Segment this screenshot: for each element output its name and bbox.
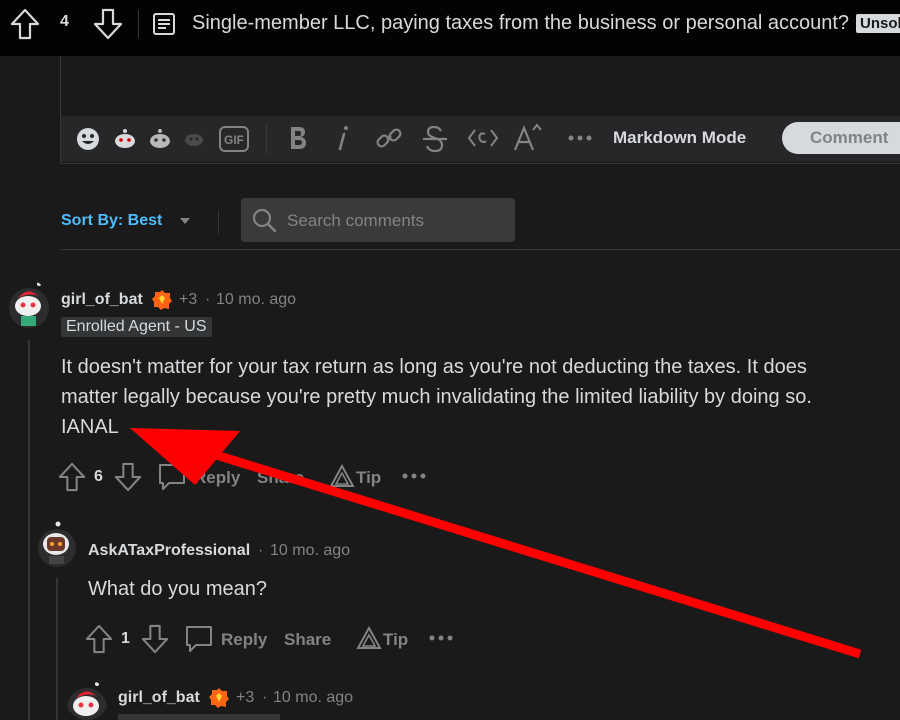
avatar[interactable] <box>36 520 78 570</box>
avatar[interactable] <box>66 680 108 720</box>
comment-username[interactable]: AskATaxProfessional <box>88 542 250 560</box>
comment-thread-line[interactable] <box>56 578 58 720</box>
snoo-avatar-icon[interactable] <box>113 128 137 156</box>
post-header-bar: 4 Single-member LLC, paying taxes from t… <box>0 0 900 56</box>
meta-separator: · <box>262 689 268 706</box>
comment-body: It doesn't matter for your tax return as… <box>61 352 900 442</box>
tip-icon[interactable] <box>329 463 355 493</box>
comment-timestamp[interactable]: 10 mo. ago <box>273 689 353 707</box>
upvote-icon[interactable] <box>10 8 40 40</box>
comment-username[interactable]: girl_of_bat <box>118 689 200 707</box>
search-comments-box[interactable] <box>241 198 515 244</box>
tip-button[interactable]: Tip <box>356 468 381 488</box>
achievement-icon <box>208 687 230 714</box>
code-icon[interactable] <box>467 126 499 156</box>
markdown-mode-button[interactable]: Markdown Mode <box>613 128 746 148</box>
tip-button[interactable]: Tip <box>383 630 408 650</box>
snoo-disabled-icon[interactable] <box>183 130 205 154</box>
more-options-icon[interactable] <box>567 128 593 154</box>
divider <box>138 10 139 38</box>
search-icon <box>251 207 277 238</box>
comment-vote-count: 1 <box>121 630 130 647</box>
post-flair-tag: Unsolved <box>856 14 900 33</box>
more-options-icon[interactable] <box>401 466 427 491</box>
meta-separator: · <box>205 291 211 308</box>
reply-icon[interactable] <box>157 462 187 497</box>
achievement-icon <box>151 289 173 316</box>
downvote-icon[interactable] <box>93 8 123 40</box>
strikethrough-icon[interactable] <box>421 124 449 160</box>
user-flair <box>118 714 280 720</box>
downvote-icon[interactable] <box>141 624 169 659</box>
share-button[interactable]: Share <box>284 630 331 650</box>
meta-separator: · <box>258 542 264 559</box>
snoo-sticker-icon[interactable] <box>148 128 172 156</box>
link-icon[interactable] <box>375 124 403 158</box>
sort-by-dropdown[interactable]: Sort By: Best <box>61 212 162 230</box>
toolbar-divider <box>266 124 267 154</box>
comment-karma: +3 <box>236 689 255 706</box>
reply-button[interactable]: Reply <box>221 630 267 650</box>
avatar[interactable] <box>8 280 50 332</box>
bold-icon[interactable] <box>287 124 309 158</box>
emoji-icon[interactable] <box>75 126 101 158</box>
comment-body-line: It doesn't matter for your tax return as… <box>61 356 807 378</box>
comment-vote-count: 6 <box>94 468 103 485</box>
comment-username[interactable]: girl_of_bat <box>61 291 143 309</box>
comment-body-line: matter legally because you're pretty muc… <box>61 386 812 408</box>
svg-text:GIF: GIF <box>224 133 244 147</box>
caret-down-icon[interactable] <box>180 218 190 224</box>
share-button[interactable]: Share <box>257 468 304 488</box>
comment-timestamp[interactable]: 10 mo. ago <box>270 542 350 560</box>
reply-icon[interactable] <box>184 624 214 659</box>
comment-timestamp[interactable]: 10 mo. ago <box>216 291 296 309</box>
more-options-icon[interactable] <box>428 628 454 653</box>
comment-thread-line[interactable] <box>28 340 30 720</box>
reply-button[interactable]: Reply <box>194 468 240 488</box>
upvote-icon[interactable] <box>85 624 113 659</box>
search-comments-input[interactable] <box>285 198 509 244</box>
divider <box>61 249 900 250</box>
user-flair: Enrolled Agent - US <box>61 317 212 337</box>
superscript-icon[interactable] <box>513 122 543 160</box>
gif-icon[interactable]: GIF <box>219 126 249 158</box>
upvote-icon[interactable] <box>58 462 86 497</box>
tip-icon[interactable] <box>356 625 382 655</box>
comment-body-line: IANAL <box>61 416 119 438</box>
post-text-icon <box>152 12 176 36</box>
comment-karma: +3 <box>179 291 198 308</box>
downvote-icon[interactable] <box>114 462 142 497</box>
post-vote-count: 4 <box>60 13 69 30</box>
divider <box>218 210 219 234</box>
comment-body: What do you mean? <box>88 578 267 600</box>
italic-icon[interactable] <box>335 124 351 158</box>
comment-submit-button[interactable]: Comment <box>782 122 900 154</box>
editor-toolbar: GIF <box>61 116 900 162</box>
post-title[interactable]: Single-member LLC, paying taxes from the… <box>192 12 849 35</box>
